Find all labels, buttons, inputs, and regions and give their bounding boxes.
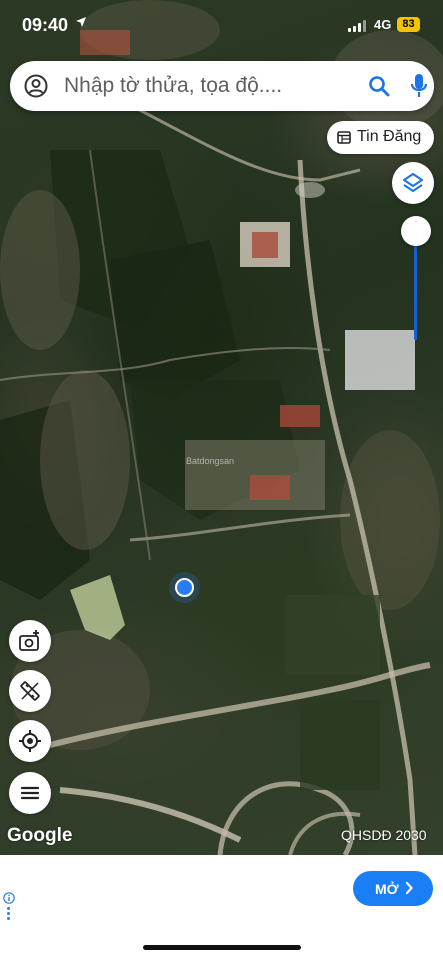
current-location-marker xyxy=(175,578,194,597)
slider-thumb[interactable] xyxy=(401,216,431,246)
status-time: 09:40 xyxy=(22,15,69,35)
search-input[interactable] xyxy=(64,73,344,99)
my-location-icon xyxy=(19,730,41,752)
menu-icon xyxy=(20,786,40,800)
status-bar: 09:40 4G 83 xyxy=(0,0,443,50)
map-layer-label: QHSDĐ 2030 xyxy=(341,827,427,843)
google-attribution: Google xyxy=(7,825,73,846)
ad-open-button[interactable]: MỞ xyxy=(353,871,433,906)
chevron-right-icon xyxy=(405,882,413,894)
ad-info-icon[interactable] xyxy=(3,892,15,904)
ad-options-icon[interactable] xyxy=(7,907,10,922)
microphone-icon[interactable] xyxy=(409,73,429,99)
listing-icon xyxy=(337,131,351,144)
home-indicator[interactable] xyxy=(143,945,301,950)
bottom-safe-area xyxy=(0,923,443,960)
search-icon[interactable] xyxy=(368,75,390,97)
ad-open-label: MỞ xyxy=(375,881,399,897)
location-arrow-icon xyxy=(76,17,86,27)
slider-track[interactable] xyxy=(414,232,417,340)
layers-button[interactable] xyxy=(392,162,434,204)
signal-icon xyxy=(348,20,366,32)
watermark-logo: Batdongsan xyxy=(186,456,235,466)
add-photo-location-icon xyxy=(19,630,39,651)
search-bar[interactable] xyxy=(10,61,434,111)
opacity-slider[interactable] xyxy=(399,214,433,342)
network-label: 4G xyxy=(374,17,392,32)
measure-tool-button[interactable] xyxy=(9,670,51,712)
measure-tool-icon xyxy=(20,681,40,701)
watermark: Batdongsan xyxy=(186,456,234,466)
tin-dang-button[interactable]: Tin Đăng xyxy=(327,121,434,154)
add-photo-location-button[interactable] xyxy=(9,620,51,662)
tin-dang-label: Tin Đăng xyxy=(357,128,422,145)
my-location-button[interactable] xyxy=(9,720,51,762)
ad-banner[interactable]: MỞ xyxy=(0,855,443,923)
layers-icon xyxy=(403,173,423,192)
battery-indicator: 83 xyxy=(397,17,420,32)
account-icon[interactable] xyxy=(24,74,48,98)
menu-button[interactable] xyxy=(9,772,51,814)
